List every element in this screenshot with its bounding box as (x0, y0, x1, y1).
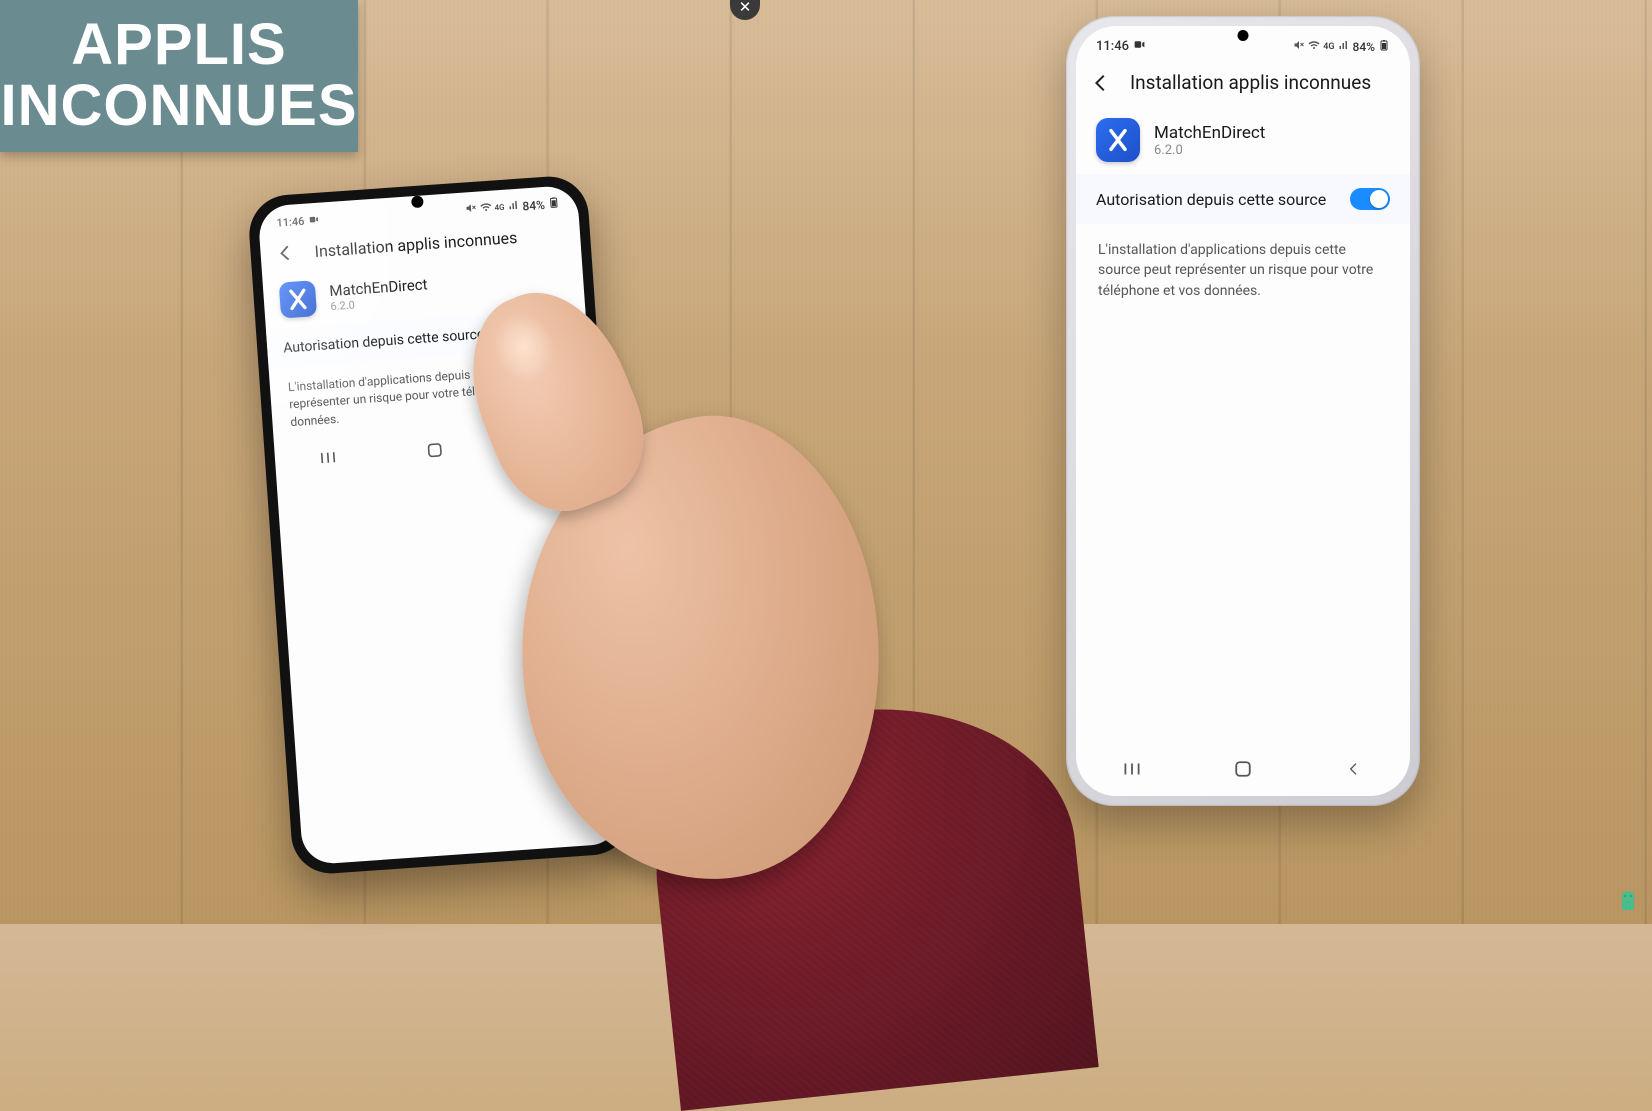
battery-text: 84% (522, 197, 545, 213)
recording-icon (308, 213, 320, 228)
wifi-icon (1308, 39, 1320, 54)
page-title: Installation applis inconnues (1130, 71, 1371, 94)
overlay-title-badge: APPLIS INCONNUES (0, 0, 358, 152)
status-time: 11:46 (1096, 39, 1129, 54)
warning-text: L'installation d'applications depuis cet… (1076, 224, 1410, 317)
toggle-switch[interactable] (1350, 188, 1390, 210)
battery-text: 84% (1353, 40, 1375, 54)
battery-icon (1378, 39, 1390, 54)
overlay-title-line1: APPLIS (71, 15, 287, 76)
close-icon: ✕ (739, 0, 752, 14)
phone-left-screen: 11:46 4G 84% (257, 185, 622, 866)
android-nav-bar (1076, 748, 1410, 796)
nav-home-button[interactable] (423, 442, 446, 459)
app-info-row: MatchEnDirect 6.2.0 (1076, 108, 1410, 174)
network-4g-text: 4G (1323, 42, 1334, 52)
back-button[interactable] (1090, 72, 1112, 94)
wifi-icon (479, 201, 492, 217)
status-time: 11:46 (276, 215, 305, 230)
app-name: MatchEnDirect (1154, 123, 1265, 143)
recording-icon (1133, 38, 1146, 55)
signal-icon (507, 199, 520, 215)
toggle-label: Autorisation depuis cette source (1096, 190, 1326, 209)
app-version: 6.2.0 (1154, 143, 1265, 158)
back-button[interactable] (274, 241, 297, 264)
nav-home-button[interactable] (1232, 760, 1254, 778)
toggle-label: Autorisation depuis cette source (283, 326, 485, 356)
nav-recents-button[interactable] (317, 450, 340, 466)
signal-icon (1338, 39, 1350, 54)
android-watermark-icon (1616, 890, 1640, 914)
overlay-title-line2: INCONNUES (0, 76, 357, 137)
app-icon (1096, 118, 1140, 162)
phone-mockup-right: 11:46 4G 84% (1066, 16, 1420, 806)
nav-back-button[interactable] (1343, 761, 1365, 777)
network-4g-text: 4G (494, 203, 505, 213)
nav-recents-button[interactable] (1121, 761, 1143, 777)
app-icon (279, 280, 317, 318)
phone-right-screen: 11:46 4G 84% (1076, 26, 1410, 796)
allow-source-toggle-row[interactable]: Autorisation depuis cette source (1076, 174, 1410, 224)
toggle-switch[interactable] (536, 318, 571, 339)
camera-hole-icon (1238, 30, 1249, 41)
nav-back-button[interactable] (530, 435, 553, 451)
page-title: Installation applis inconnues (314, 227, 518, 260)
physical-phone-left: 11:46 4G 84% (247, 174, 634, 876)
mute-icon (464, 202, 477, 218)
battery-icon (547, 196, 560, 212)
mute-icon (1293, 39, 1305, 54)
